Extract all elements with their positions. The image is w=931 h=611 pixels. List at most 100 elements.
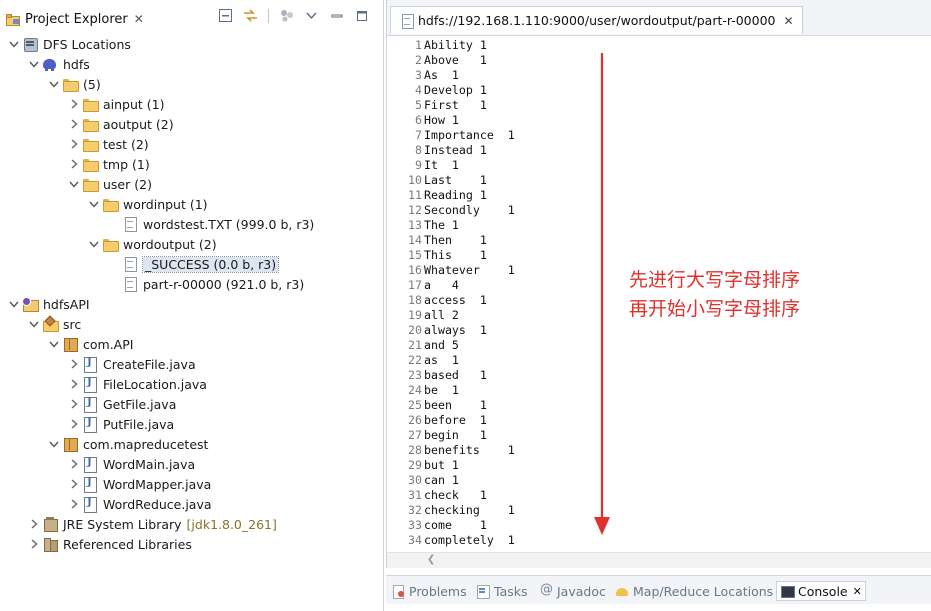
tree-item[interactable]: WordMapper.java: [0, 474, 383, 494]
tab-console[interactable]: Console ✕: [776, 581, 866, 601]
chevron-down-icon[interactable]: [26, 314, 42, 334]
code-line: 7 Importance 1: [387, 127, 515, 142]
line-number: 2: [415, 52, 422, 67]
chevron-right-icon[interactable]: [66, 134, 82, 154]
chevron-down-icon[interactable]: [6, 34, 22, 54]
chevron-down-icon[interactable]: [6, 294, 22, 314]
editor-tab-bar: hdfs://192.168.1.110:9000/user/wordoutpu…: [387, 0, 931, 36]
close-icon[interactable]: ✕: [134, 12, 144, 26]
java-file-icon: [82, 396, 98, 413]
tree-item[interactable]: JRE System Library [jdk1.8.0_261]: [0, 514, 383, 534]
chevron-right-icon[interactable]: [66, 414, 82, 434]
tree-item[interactable]: wordinput (1): [0, 194, 383, 214]
code-line: 2 Above 1: [387, 52, 487, 67]
chevron-down-icon[interactable]: [26, 54, 42, 74]
tab-javadoc[interactable]: Javadoc: [539, 581, 606, 601]
maximize-icon[interactable]: [354, 8, 369, 23]
chevron-right-icon[interactable]: [66, 374, 82, 394]
chevron-down-icon[interactable]: [46, 434, 62, 454]
close-icon[interactable]: ✕: [784, 14, 794, 28]
tree-item-label: GetFile.java: [103, 396, 177, 412]
tab-tasks[interactable]: Tasks: [476, 581, 528, 601]
chevron-down-icon[interactable]: [86, 234, 102, 254]
tree-item-label: aoutput (2): [103, 116, 174, 132]
tree-item[interactable]: src: [0, 314, 383, 334]
tree-item[interactable]: GetFile.java: [0, 394, 383, 414]
chevron-right-icon[interactable]: [66, 354, 82, 374]
minimize-icon[interactable]: [329, 8, 344, 23]
tree-item[interactable]: hdfs: [0, 54, 383, 74]
chevron-down-icon[interactable]: [46, 334, 62, 354]
javadoc-icon: [539, 582, 553, 598]
line-text: come 1: [424, 517, 487, 532]
chevron-down-icon[interactable]: [86, 194, 102, 214]
chevron-right-icon[interactable]: [26, 514, 42, 534]
folder-icon: [102, 236, 119, 252]
view-menu-icon[interactable]: [304, 8, 319, 23]
line-text: be 1: [424, 382, 459, 397]
editor-tab-title: hdfs://192.168.1.110:9000/user/wordoutpu…: [418, 13, 776, 28]
tab-label: Console: [798, 583, 848, 599]
tree-item[interactable]: tmp (1): [0, 154, 383, 174]
chevron-right-icon[interactable]: [66, 114, 82, 134]
chevron-down-icon[interactable]: [66, 174, 82, 194]
line-text: a 4: [424, 277, 459, 292]
chevron-right-icon[interactable]: [66, 454, 82, 474]
tree-item[interactable]: user (2): [0, 174, 383, 194]
chevron-down-icon[interactable]: [46, 74, 62, 94]
tree-item[interactable]: part-r-00000 (921.0 b, r3): [0, 274, 383, 294]
chevron-right-icon[interactable]: [26, 534, 42, 554]
code-line: 31 check 1: [387, 487, 487, 502]
tree-item-label: hdfs: [63, 56, 90, 72]
code-line: 20 always 1: [387, 322, 487, 337]
line-text: Ability 1: [424, 37, 487, 52]
chevron-right-icon[interactable]: [66, 154, 82, 174]
tree-item[interactable]: WordReduce.java: [0, 494, 383, 514]
scroll-left-icon[interactable]: ❮: [427, 554, 435, 565]
tree-item[interactable]: (5): [0, 74, 383, 94]
tree-item[interactable]: com.API: [0, 334, 383, 354]
line-number: 29: [408, 457, 422, 472]
project-explorer-icon: [6, 13, 21, 26]
tree-item-label: DFS Locations: [43, 36, 131, 52]
editor-tab-part-r-00000[interactable]: hdfs://192.168.1.110:9000/user/wordoutpu…: [390, 6, 803, 34]
close-icon[interactable]: ✕: [853, 585, 862, 598]
line-number: 14: [408, 232, 422, 247]
tree-item[interactable]: Referenced Libraries: [0, 534, 383, 554]
tree-item[interactable]: com.mapreducetest: [0, 434, 383, 454]
tree-item[interactable]: _SUCCESS (0.0 b, r3): [0, 254, 383, 274]
line-text: check 1: [424, 487, 487, 502]
link-with-editor-icon[interactable]: [243, 8, 258, 23]
chevron-right-icon[interactable]: [66, 474, 82, 494]
tab-problems[interactable]: Problems: [391, 581, 467, 601]
connection-icon[interactable]: [279, 8, 294, 23]
line-text: First 1: [424, 97, 487, 112]
tree-item[interactable]: aoutput (2): [0, 114, 383, 134]
tree-item[interactable]: wordstest.TXT (999.0 b, r3): [0, 214, 383, 234]
code-line: 22 as 1: [387, 352, 459, 367]
tree-item-label: PutFile.java: [103, 416, 175, 432]
tab-map-reduce-locations[interactable]: Map/Reduce Locations: [615, 581, 773, 601]
tree-item[interactable]: ainput (1): [0, 94, 383, 114]
project-explorer-tab[interactable]: Project Explorer ✕: [0, 7, 144, 31]
chevron-right-icon[interactable]: [66, 394, 82, 414]
horizontal-scrollbar[interactable]: ❮: [387, 552, 931, 568]
chevron-right-icon[interactable]: [66, 94, 82, 114]
project-tree: DFS Locations hdfs (5) ainput (1) aoutput (2…: [0, 34, 383, 554]
chevron-right-icon[interactable]: [66, 494, 82, 514]
tree-item[interactable]: hdfsAPI: [0, 294, 383, 314]
collapse-all-icon[interactable]: [218, 8, 233, 23]
code-line: 16 Whatever 1: [387, 262, 515, 277]
line-text: How 1: [424, 112, 459, 127]
tree-item[interactable]: test (2): [0, 134, 383, 154]
tree-item[interactable]: wordoutput (2): [0, 234, 383, 254]
tree-item[interactable]: FileLocation.java: [0, 374, 383, 394]
code-line: 32 checking 1: [387, 502, 515, 517]
tree-item[interactable]: CreateFile.java: [0, 354, 383, 374]
code-line: 30 can 1: [387, 472, 459, 487]
tree-item[interactable]: WordMain.java: [0, 454, 383, 474]
elephant-icon: [615, 584, 629, 598]
tree-item-label: test (2): [103, 136, 149, 152]
tree-item[interactable]: PutFile.java: [0, 414, 383, 434]
tree-item[interactable]: DFS Locations: [0, 34, 383, 54]
